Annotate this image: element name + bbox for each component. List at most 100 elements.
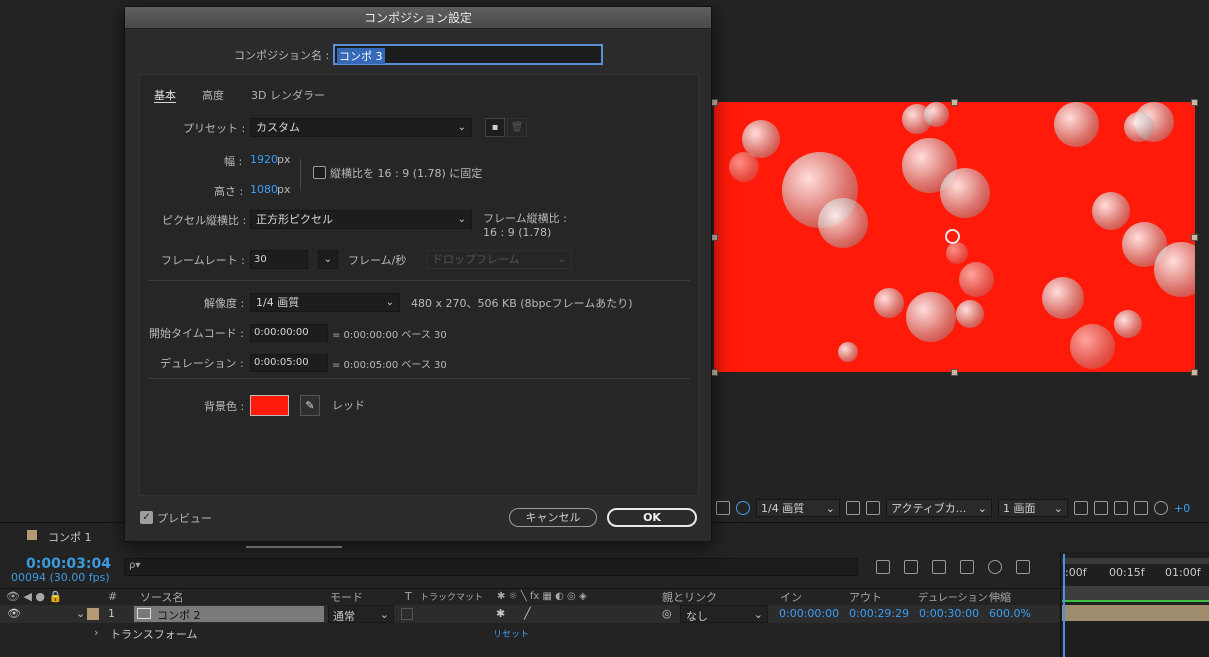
divider bbox=[148, 378, 690, 379]
col-t: T bbox=[405, 590, 412, 603]
reset-exposure-icon[interactable] bbox=[1154, 501, 1168, 515]
cancel-button[interactable]: キャンセル bbox=[509, 508, 597, 527]
current-timecode[interactable]: 0:00:03:04 bbox=[26, 556, 111, 572]
playhead[interactable] bbox=[1063, 554, 1065, 657]
col-source-name[interactable]: ソース名 bbox=[140, 589, 183, 605]
transform-group[interactable]: トランスフォーム bbox=[110, 626, 197, 642]
height-value[interactable]: 1080 bbox=[250, 183, 278, 196]
col-duration: デュレーション bbox=[918, 593, 988, 604]
tab-3d-renderer[interactable]: 3D レンダラー bbox=[251, 87, 325, 103]
table-row[interactable]: 👁 ⌄ 1 コンポ 2 通常 ⌄ ✱ ╱ ◎ なし ⌄ 0:00:00:00 0… bbox=[0, 605, 1060, 623]
framerate-label: フレームレート : bbox=[161, 254, 245, 267]
frame-aspect-label: フレーム縦横比 : bbox=[483, 212, 567, 225]
draft-3d-icon[interactable] bbox=[904, 560, 918, 574]
anchor-point-icon[interactable] bbox=[945, 229, 960, 244]
preview-checkbox[interactable]: ✓ bbox=[140, 511, 153, 524]
pixel-aspect-select[interactable]: 正方形ピクセル ⌄ bbox=[250, 210, 472, 229]
shy-layers-icon[interactable] bbox=[932, 560, 946, 574]
visibility-eye-icon[interactable]: 👁 bbox=[7, 607, 21, 620]
flowchart-icon[interactable] bbox=[1074, 501, 1088, 515]
frame-aspect-value: 16 : 9 (1.78) bbox=[483, 226, 552, 239]
tab-comp-1[interactable]: コンポ 1 bbox=[48, 529, 92, 545]
layer-stretch[interactable]: 600.0% bbox=[989, 607, 1031, 620]
bounding-handle[interactable] bbox=[711, 234, 718, 241]
bounding-handle[interactable] bbox=[1191, 99, 1198, 106]
bg-color-name: レッド bbox=[332, 399, 365, 412]
preset-select[interactable]: カスタム ⌄ bbox=[250, 118, 472, 137]
bounding-handle[interactable] bbox=[951, 99, 958, 106]
layer-color-label[interactable] bbox=[87, 608, 99, 620]
layer-switches-icons: ✱ ☼ ╲ fx ▦ ◐ ◎ ◈ bbox=[497, 591, 587, 602]
layer-index: 1 bbox=[108, 607, 115, 620]
camera-select[interactable]: アクティブカ... ⌄ bbox=[886, 499, 992, 517]
preset-label: プリセット : bbox=[183, 122, 246, 135]
width-unit: px bbox=[277, 153, 291, 166]
color-channel-icon[interactable] bbox=[736, 501, 750, 515]
ruler-mark: 01:00f bbox=[1165, 566, 1201, 579]
bg-color-swatch[interactable] bbox=[250, 395, 289, 416]
expand-chevron-icon[interactable]: › bbox=[94, 626, 98, 639]
tab-basic[interactable]: 基本 bbox=[154, 87, 176, 103]
frame-blending-icon[interactable] bbox=[960, 560, 974, 574]
comp-name-value: コンポ 3 bbox=[337, 48, 385, 64]
transparency-grid-icon[interactable] bbox=[866, 501, 880, 515]
graph-editor-icon[interactable] bbox=[1016, 560, 1030, 574]
expand-chevron-icon[interactable]: ⌄ bbox=[76, 607, 85, 620]
duration-input[interactable]: 0:00:05:00 bbox=[250, 354, 328, 372]
resolution-select[interactable]: 1/4 画質 ⌄ bbox=[250, 293, 400, 312]
pixel-aspect-label: ピクセル縦横比 : bbox=[162, 214, 247, 227]
viewer-toolbar: 1/4 画質 ⌄ アクティブカ... ⌄ 1 画面 ⌄ +0 bbox=[712, 497, 1209, 519]
quality-switch-icon[interactable]: ╱ bbox=[524, 607, 531, 620]
framerate-input[interactable]: 30 bbox=[250, 250, 308, 269]
lock-aspect-label: 縦横比を 16 : 9 (1.78) に固定 bbox=[330, 167, 483, 180]
col-trackmatte: トラックマット bbox=[420, 593, 484, 603]
layer-column-headers: 👁 ◀ ● 🔒 # ソース名 モード T トラックマット ✱ ☼ ╲ fx ▦ … bbox=[0, 588, 1060, 604]
layer-in-time[interactable]: 0:00:00:00 bbox=[779, 607, 839, 620]
preserve-transparency-checkbox[interactable] bbox=[401, 608, 413, 620]
timeline-icon[interactable] bbox=[1114, 501, 1128, 515]
dialog-title[interactable]: コンポジション設定 bbox=[125, 7, 711, 29]
comp-flowchart-icon[interactable] bbox=[1134, 501, 1148, 515]
drop-frame-select: ドロップフレーム ⌄ bbox=[426, 250, 572, 269]
pickwhip-icon[interactable]: ◎ bbox=[662, 607, 672, 620]
parent-select[interactable]: なし ⌄ bbox=[680, 605, 768, 623]
work-area-bar[interactable] bbox=[1062, 558, 1209, 564]
bounding-handle[interactable] bbox=[1191, 369, 1198, 376]
bounding-handle[interactable] bbox=[1191, 234, 1198, 241]
tab-advanced[interactable]: 高度 bbox=[202, 87, 224, 103]
reset-link[interactable]: リセット bbox=[493, 627, 529, 640]
bounding-handle[interactable] bbox=[711, 99, 718, 106]
layer-search-input[interactable]: ρ▾ bbox=[124, 558, 858, 576]
height-label: 高さ : bbox=[214, 185, 244, 198]
ok-button[interactable]: OK bbox=[607, 508, 697, 527]
eyedropper-icon[interactable]: ✎ bbox=[300, 395, 320, 416]
view-layout-select[interactable]: 1 画面 ⌄ bbox=[998, 499, 1068, 517]
save-preset-icon[interactable]: ▪ bbox=[485, 118, 505, 137]
motion-blur-icon[interactable] bbox=[988, 560, 1002, 574]
layer-name[interactable]: コンポ 2 bbox=[157, 607, 201, 623]
snapshot-icon[interactable] bbox=[716, 501, 730, 515]
bounding-handle[interactable] bbox=[951, 369, 958, 376]
layer-duration[interactable]: 0:00:30:00 bbox=[919, 607, 979, 620]
bounding-handle[interactable] bbox=[711, 369, 718, 376]
layer-out-time[interactable]: 0:00:29:29 bbox=[849, 607, 909, 620]
start-timecode-input[interactable]: 0:00:00:00 bbox=[250, 324, 328, 342]
region-of-interest-icon[interactable] bbox=[846, 501, 860, 515]
list-item: › トランスフォーム リセット bbox=[0, 624, 1060, 642]
width-value[interactable]: 1920 bbox=[250, 153, 278, 166]
blend-mode-select[interactable]: 通常 ⌄ bbox=[328, 605, 394, 623]
shy-switch-icon[interactable]: ✱ bbox=[496, 607, 505, 620]
comp-mini-flowchart-icon[interactable] bbox=[876, 560, 890, 574]
render-status-bar bbox=[1062, 600, 1209, 602]
fast-preview-icon[interactable] bbox=[1094, 501, 1108, 515]
framerate-dropdown[interactable]: ⌄ bbox=[318, 250, 338, 269]
lock-aspect-checkbox[interactable] bbox=[313, 166, 326, 179]
exposure-value[interactable]: +0 bbox=[1174, 502, 1190, 515]
duration-label: デュレーション : bbox=[160, 357, 244, 370]
col-index: # bbox=[108, 590, 118, 603]
comp-name-input[interactable]: コンポ 3 bbox=[333, 44, 603, 65]
time-ruler[interactable]: :00f 00:15f 01:00f bbox=[1060, 552, 1209, 657]
layer-duration-bar[interactable] bbox=[1062, 605, 1209, 621]
start-timecode-info: = 0:00:00:00 ベース 30 bbox=[332, 330, 447, 341]
resolution-select[interactable]: 1/4 画質 ⌄ bbox=[756, 499, 840, 517]
